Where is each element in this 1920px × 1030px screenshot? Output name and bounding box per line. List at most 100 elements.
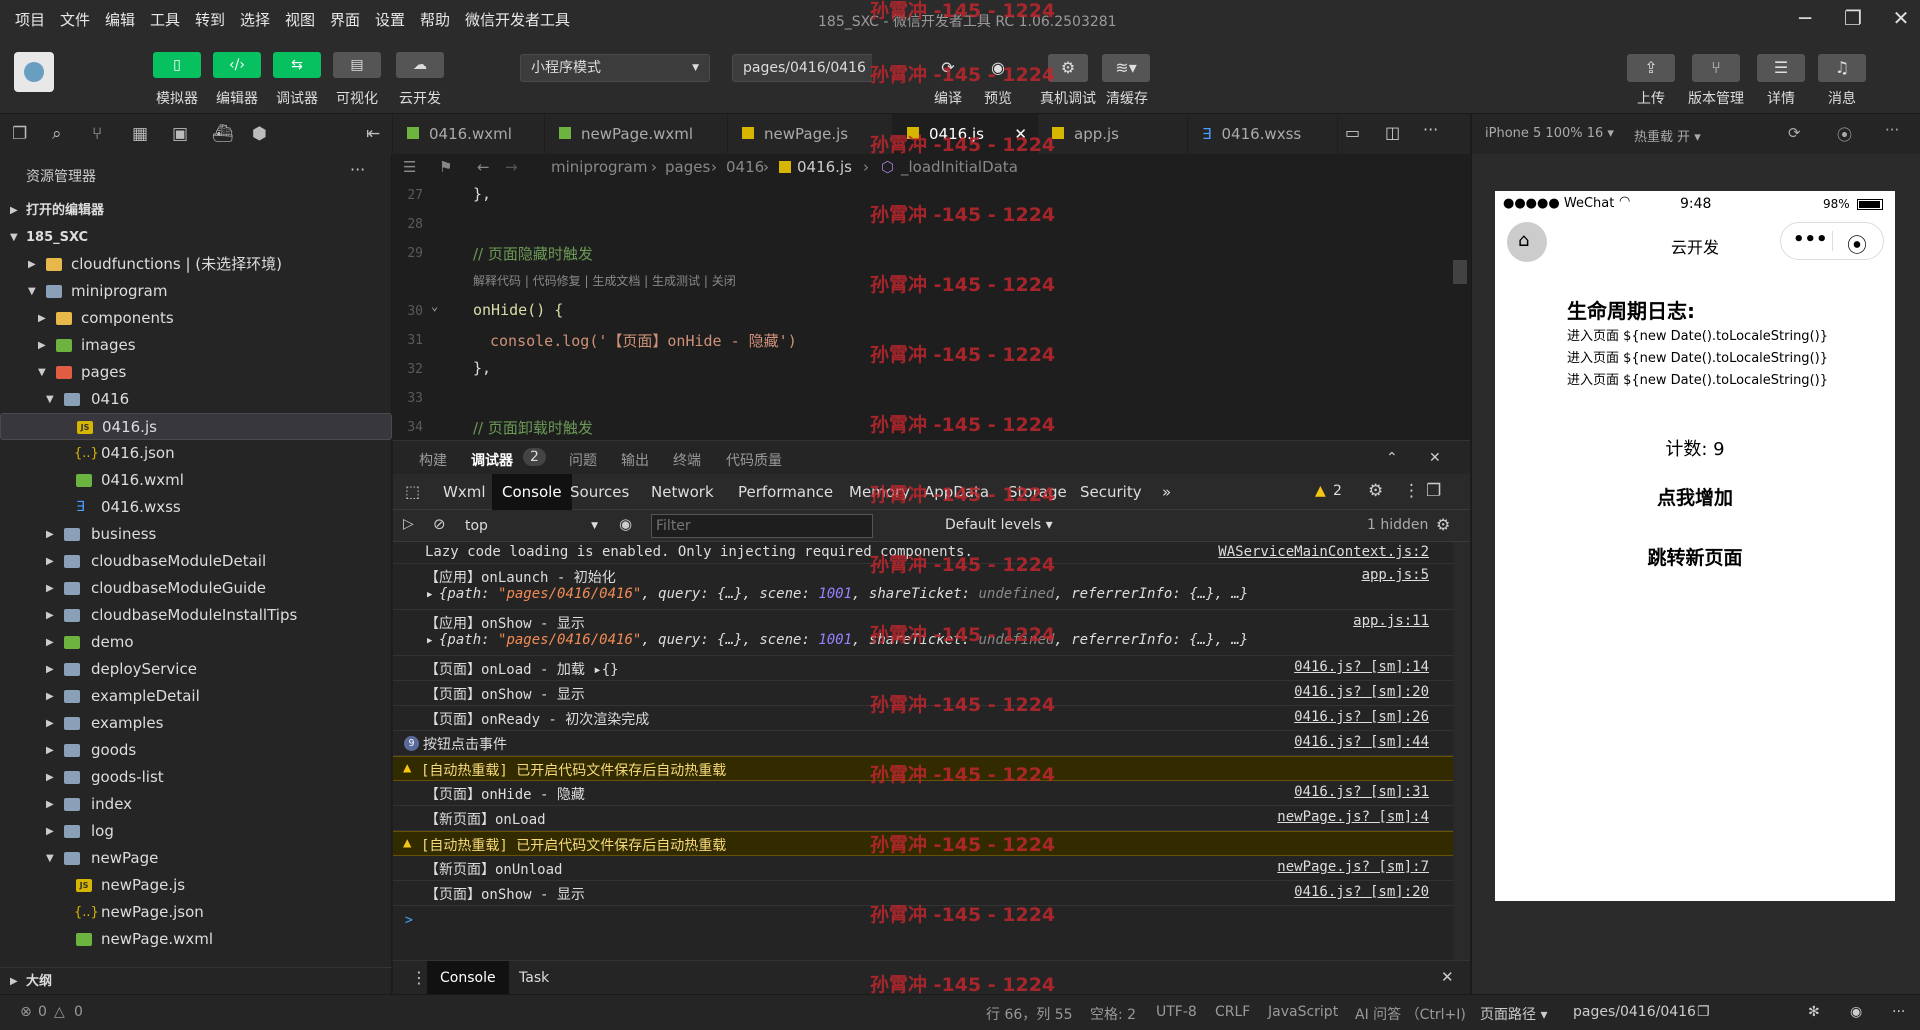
undock-icon[interactable]: ❐ bbox=[1426, 481, 1441, 501]
object-preview[interactable]: {path: "pages/0416/0416", query: {…}, sc… bbox=[439, 632, 1248, 648]
error-count[interactable]: 0 bbox=[38, 1004, 47, 1020]
copy-icon[interactable]: ❐ bbox=[1697, 1004, 1710, 1020]
refresh-icon[interactable]: ⟳ bbox=[1788, 124, 1801, 142]
warning-icon[interactable]: △ bbox=[54, 1004, 65, 1020]
more-icon[interactable]: ··· bbox=[1885, 121, 1899, 139]
source-link[interactable]: 0416.js? [sm]:31 bbox=[1294, 784, 1429, 800]
crumb-pages[interactable]: pages bbox=[665, 154, 710, 180]
tab-code-quality[interactable]: 代码质量 bbox=[726, 450, 782, 470]
devtab-security[interactable]: Security bbox=[1070, 474, 1152, 510]
clear-cache-icon[interactable]: ≋▾ bbox=[1102, 54, 1150, 82]
line-ending[interactable]: CRLF bbox=[1215, 1004, 1250, 1020]
split-editor-icon[interactable]: ◫ bbox=[1385, 123, 1400, 142]
menu-tools[interactable]: 工具 bbox=[150, 9, 180, 30]
home-button[interactable]: ⌂ bbox=[1507, 222, 1547, 262]
comment-icon[interactable]: ▭ bbox=[1345, 123, 1360, 142]
context-select[interactable]: top ▼ bbox=[459, 514, 604, 538]
tab-0416-wxss[interactable]: ∃ 0416.wxss bbox=[1188, 114, 1338, 154]
source-control-icon[interactable]: ⑂ bbox=[92, 124, 102, 144]
scrollbar-thumb[interactable] bbox=[1453, 260, 1467, 284]
tree-item-cloudfunctions[interactable]: ▶ cloudfunctions | (未选择环境) bbox=[0, 251, 392, 278]
menu-view[interactable]: 视图 bbox=[285, 9, 315, 30]
tab-debugger[interactable]: 调试器 bbox=[471, 450, 513, 470]
more-actions-icon[interactable]: ··· bbox=[1423, 120, 1438, 139]
more-icon[interactable]: ··· bbox=[350, 160, 365, 179]
tree-item-new-page[interactable]: ▼ newPage bbox=[0, 845, 392, 872]
source-link[interactable]: 0416.js? [sm]:14 bbox=[1294, 659, 1429, 675]
menu-edit[interactable]: 编辑 bbox=[105, 9, 135, 30]
files-icon[interactable]: ❐ bbox=[12, 124, 27, 144]
console-output[interactable]: Lazy code loading is enabled. Only injec… bbox=[393, 542, 1453, 960]
plugin-icon[interactable]: ⬢ bbox=[252, 124, 267, 144]
tab-build[interactable]: 构建 bbox=[419, 450, 447, 470]
source-link[interactable]: 0416.js? [sm]:26 bbox=[1294, 709, 1429, 725]
expand-triangle-icon[interactable]: ▶ bbox=[427, 590, 432, 600]
menu-help[interactable]: 帮助 bbox=[420, 9, 450, 30]
tree-item-index[interactable]: ▶ index bbox=[0, 791, 392, 818]
tree-item-0416-folder[interactable]: ▼ 0416 bbox=[0, 386, 392, 413]
crumb-0416[interactable]: 0416 bbox=[726, 154, 764, 180]
tree-item-goods-list[interactable]: ▶ goods-list bbox=[0, 764, 392, 791]
crumb-miniprogram[interactable]: miniprogram bbox=[551, 154, 647, 180]
debugger-toggle-button[interactable]: ⇆ bbox=[273, 52, 321, 78]
source-link[interactable]: newPage.js? [sm]:7 bbox=[1277, 859, 1429, 875]
stop-icon[interactable]: ⦿ bbox=[1837, 124, 1852, 145]
debug-bug-icon[interactable]: ✻ bbox=[1808, 1004, 1820, 1020]
avatar[interactable] bbox=[14, 52, 54, 92]
minimize-icon[interactable]: ─ bbox=[1790, 6, 1820, 32]
search-icon[interactable]: ⌕ bbox=[52, 124, 62, 144]
close-window-icon[interactable]: ✕ bbox=[1886, 6, 1916, 32]
filter-input[interactable] bbox=[651, 514, 873, 538]
tree-item-business[interactable]: ▶ business bbox=[0, 521, 392, 548]
chevron-up-icon[interactable]: ⌃ bbox=[1386, 450, 1398, 466]
tab-terminal[interactable]: 终端 bbox=[673, 450, 701, 470]
details-icon[interactable]: ☰ bbox=[1757, 54, 1805, 82]
console-prompt[interactable]: > bbox=[405, 913, 413, 928]
cursor-position[interactable]: 行 66，列 55 bbox=[986, 1004, 1073, 1024]
tab-problems[interactable]: 问题 bbox=[569, 450, 597, 470]
codelens-actions[interactable]: 解释代码 | 代码修复 | 生成文档 | 生成测试 | 关闭 bbox=[473, 272, 736, 289]
tree-item-0416-js[interactable]: JS 0416.js bbox=[0, 413, 392, 440]
source-link[interactable]: 0416.js? [sm]:20 bbox=[1294, 884, 1429, 900]
docker-icon[interactable]: ⛴ bbox=[212, 124, 234, 144]
expand-triangle-icon[interactable]: ▶ bbox=[427, 636, 432, 646]
compile-page-select[interactable]: pages/0416/0416 bbox=[732, 54, 872, 82]
tab-newpage-js[interactable]: newPage.js bbox=[728, 114, 893, 154]
levels-dropdown[interactable]: Default levels ▾ bbox=[945, 517, 1053, 533]
devtab-network[interactable]: Network bbox=[641, 474, 724, 510]
tree-item-new-page-json[interactable]: {..} newPage.json bbox=[0, 899, 392, 926]
hot-reload-toggle[interactable]: 热重载 开 ▾ bbox=[1634, 126, 1701, 145]
maximize-icon[interactable]: ❐ bbox=[1838, 6, 1868, 32]
console-settings-icon[interactable]: ⚙ bbox=[1436, 515, 1450, 534]
menu-settings[interactable]: 设置 bbox=[375, 9, 405, 30]
crumb-symbol[interactable]: _loadInitialData bbox=[901, 154, 1018, 180]
mode-select[interactable]: 小程序模式 ▼ bbox=[520, 54, 710, 82]
section-project[interactable]: ▼ 185_SXC bbox=[0, 224, 392, 251]
tree-item-miniprogram[interactable]: ▼ miniprogram bbox=[0, 278, 392, 305]
increment-button[interactable]: 点我增加 bbox=[1495, 483, 1895, 510]
fold-chevron-icon[interactable]: ⌄ bbox=[431, 299, 438, 313]
tab-newpage-wxml[interactable]: newPage.wxml bbox=[545, 114, 728, 154]
tree-item-new-page-js[interactable]: JS newPage.js bbox=[0, 872, 392, 899]
version-icon[interactable]: ⑂ bbox=[1692, 54, 1740, 82]
crumb-file[interactable]: 0416.js bbox=[797, 154, 852, 180]
tree-item-images[interactable]: ▶ images bbox=[0, 332, 392, 359]
navigate-button[interactable]: 跳转新页面 bbox=[1495, 543, 1895, 570]
object-preview[interactable]: {path: "pages/0416/0416", query: {…}, sc… bbox=[439, 586, 1248, 602]
storage-icon[interactable]: ▣ bbox=[172, 124, 188, 144]
warning-count[interactable]: 0 bbox=[74, 1004, 83, 1020]
gear-icon[interactable]: ⚙ bbox=[1368, 481, 1383, 501]
visual-toggle-button[interactable]: ▤ bbox=[333, 52, 381, 78]
source-link[interactable]: 0416.js? [sm]:44 bbox=[1294, 734, 1429, 750]
collapse-sidebar-icon[interactable]: ⇤ bbox=[366, 124, 380, 144]
list-icon[interactable]: ☰ bbox=[403, 154, 416, 180]
menu-file[interactable]: 文件 bbox=[60, 9, 90, 30]
preview-eye-icon[interactable]: ◉ bbox=[1850, 1004, 1862, 1020]
source-link[interactable]: app.js:11 bbox=[1353, 613, 1429, 629]
error-icon[interactable]: ⊗ bbox=[20, 1004, 32, 1020]
devtab-performance[interactable]: Performance bbox=[728, 474, 843, 510]
tree-item-cloudbase-module-guide[interactable]: ▶ cloudbaseModuleGuide bbox=[0, 575, 392, 602]
tab-output[interactable]: 输出 bbox=[621, 450, 649, 470]
source-link[interactable]: newPage.js? [sm]:4 bbox=[1277, 809, 1429, 825]
devtab-wxml[interactable]: Wxml bbox=[433, 474, 496, 510]
